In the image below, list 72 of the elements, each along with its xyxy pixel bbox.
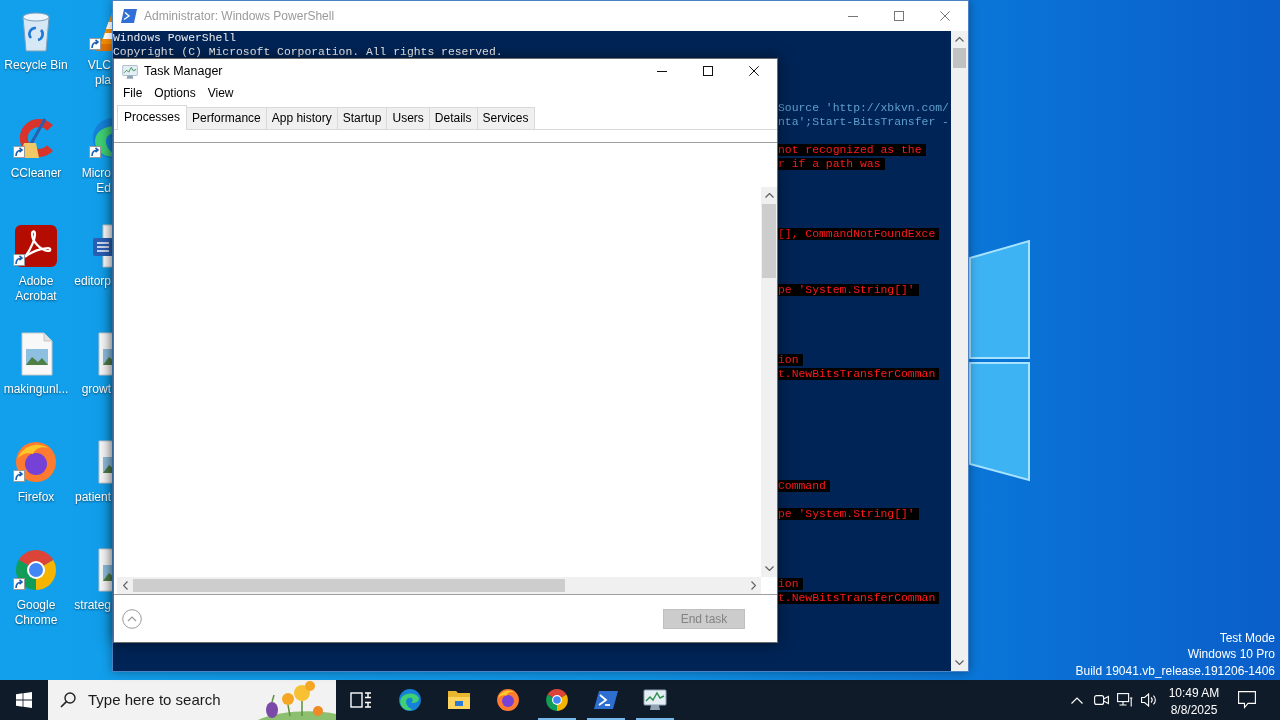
system-info-text: Build 19041.vb_release.191206-1406 xyxy=(1075,662,1275,679)
error-text: t.NewBitsTransferComman xyxy=(778,592,940,604)
error-text: Command xyxy=(778,480,830,492)
scrollbar[interactable] xyxy=(951,31,968,671)
scroll-down-icon[interactable] xyxy=(764,566,774,571)
window-title: Administrator: Windows PowerShell xyxy=(144,8,335,25)
pdf-icon xyxy=(14,224,58,268)
scroll-right-icon[interactable] xyxy=(750,581,756,590)
flowers-icon xyxy=(258,680,336,720)
tab[interactable]: Startup xyxy=(336,107,388,129)
maximize-icon[interactable] xyxy=(703,66,713,76)
scroll-up-icon[interactable] xyxy=(764,193,774,198)
error-text: r if a path was xyxy=(778,158,885,170)
desktop-item[interactable]: Firefox xyxy=(14,440,58,505)
scroll-left-icon[interactable] xyxy=(122,581,128,590)
window-title: Task Manager xyxy=(144,62,223,80)
menu-item[interactable]: Options xyxy=(148,83,202,104)
browser-icon xyxy=(397,688,422,712)
monitor-chart-icon xyxy=(642,688,667,712)
folder-icon xyxy=(446,688,471,712)
error-text: t.NewBitsTransferComman xyxy=(778,368,940,380)
scroll-down-icon[interactable] xyxy=(955,660,964,665)
desktop-item[interactable]: Adobe Acrobat xyxy=(14,224,58,304)
scrollbar[interactable] xyxy=(117,577,761,594)
error-text: not recognized as the xyxy=(778,144,926,156)
volume-icon[interactable] xyxy=(1141,693,1157,707)
console-text: nta';Start-BitsTransfer - xyxy=(778,116,949,128)
browser-icon xyxy=(544,688,569,712)
console-text: Copyright (C) Microsoft Corporation. All rights reserved. xyxy=(113,46,503,58)
start-icon[interactable] xyxy=(16,692,32,708)
minimize-icon[interactable] xyxy=(657,70,667,72)
browser-icon xyxy=(14,548,58,592)
close-icon[interactable] xyxy=(749,66,759,76)
monitor-chart-icon xyxy=(122,63,138,79)
desktop-item[interactable]: Recycle Bin xyxy=(4,8,68,73)
menu-item[interactable]: View xyxy=(201,83,240,104)
search-bar[interactable]: Type here to search xyxy=(48,680,336,720)
tab[interactable]: Users xyxy=(386,107,430,129)
desktop-item[interactable]: makingunl... xyxy=(3,332,69,397)
error-text: pe 'System.String[]' xyxy=(778,284,919,296)
camera-icon[interactable] xyxy=(1093,694,1109,706)
menu-item[interactable]: File xyxy=(117,83,149,104)
search-icon xyxy=(60,692,76,708)
scroll-up-icon[interactable] xyxy=(955,37,964,42)
scrollbar-thumb[interactable] xyxy=(762,204,776,278)
error-text: ion xyxy=(778,578,803,590)
error-text: ion xyxy=(778,354,803,366)
network-icon[interactable] xyxy=(1117,693,1133,707)
tab[interactable]: Processes xyxy=(117,105,188,130)
chevron-up-icon[interactable] xyxy=(1071,696,1083,704)
error-text: [], CommandNotFoundExce xyxy=(778,228,940,240)
tab[interactable]: Details xyxy=(428,107,478,129)
console-text: Source 'http://xbkvn.com/ xyxy=(778,102,949,114)
tab[interactable]: Services xyxy=(476,107,535,129)
system-info-text: Test Mode xyxy=(1218,629,1275,646)
system-info-text: Windows 10 Pro xyxy=(1186,646,1275,663)
desktop-item[interactable]: Google Chrome xyxy=(14,548,58,628)
terminal-icon xyxy=(121,9,137,23)
search-field[interactable]: Type here to search xyxy=(88,690,258,710)
scrollbar-thumb[interactable] xyxy=(953,48,966,68)
console-text: Windows PowerShell xyxy=(113,32,237,44)
scrollbar[interactable] xyxy=(761,187,777,577)
terminal-icon xyxy=(593,688,618,712)
tab[interactable]: App history xyxy=(265,107,338,129)
tab[interactable]: Performance xyxy=(186,107,267,129)
browser-icon xyxy=(14,440,58,484)
scrollbar-thumb[interactable] xyxy=(133,579,565,592)
desktop-item[interactable]: CCleaner xyxy=(10,116,62,181)
error-text: pe 'System.String[]' xyxy=(778,508,919,520)
browser-icon xyxy=(495,688,520,712)
notification-icon[interactable] xyxy=(1238,691,1256,709)
clock[interactable]: 10:49 AM 8/8/2025 xyxy=(1161,680,1227,720)
